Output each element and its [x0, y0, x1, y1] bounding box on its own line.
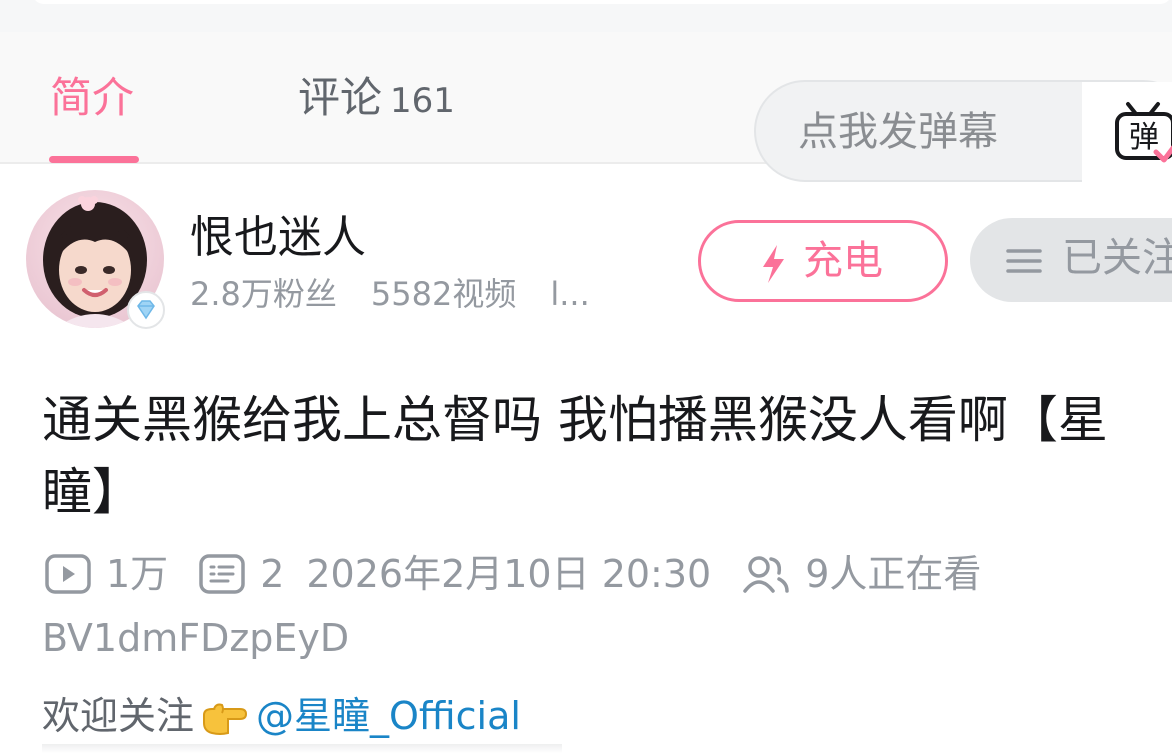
view-count: 1万 — [106, 552, 169, 596]
uploader-stats: 2.8万粉丝 5582视频 l... — [190, 272, 624, 316]
cut-off-text-row — [42, 744, 562, 753]
charge-label: 充电 — [803, 238, 883, 284]
video-meta-row: 1万 2 2026年2月10日 20:30 9人正在看 — [44, 548, 981, 600]
follow-label: 已关注 — [1062, 235, 1172, 281]
danmaku-count: 2 — [260, 552, 285, 596]
top-strip-edge — [32, 0, 1172, 4]
danmaku-input-box[interactable]: 点我发弹幕 弹 — [754, 80, 1172, 182]
verified-badge-icon — [127, 291, 165, 329]
danmaku-tv-icon: 弹 — [1115, 102, 1172, 163]
watching-count: 9人正在看 — [805, 552, 982, 596]
danmaku-toggle-button[interactable]: 弹 — [1082, 82, 1172, 182]
uploader-name[interactable]: 恨也迷人 — [190, 210, 366, 266]
uploader-more: l... — [550, 275, 590, 313]
watching-users-icon — [743, 556, 789, 593]
uploader-videos: 5582视频 — [370, 275, 517, 313]
tab-active-indicator — [49, 156, 139, 163]
play-count-icon — [45, 554, 91, 594]
description-prefix: 欢迎关注 — [42, 694, 195, 738]
tab-comments-label: 评论 — [298, 73, 383, 122]
danmaku-count-icon — [199, 554, 245, 594]
tab-comments[interactable]: 评论 161 — [298, 70, 455, 129]
tab-intro[interactable]: 简介 — [50, 70, 134, 126]
tab-comments-count: 161 — [390, 81, 455, 121]
tab-bar: 简介 评论 161 点我发弹幕 弹 — [0, 32, 1172, 182]
follow-button[interactable]: 已关注 — [970, 218, 1172, 302]
uploader-fans: 2.8万粉丝 — [190, 275, 337, 313]
video-description: 欢迎关注 @星瞳_Official — [42, 690, 521, 742]
danmaku-icon-glyph: 弹 — [1129, 120, 1159, 155]
danmaku-input[interactable]: 点我发弹幕 — [798, 104, 998, 160]
publish-time: 2026年2月10日 20:30 — [306, 552, 712, 596]
mention-link[interactable]: @星瞳_Official — [256, 694, 521, 738]
top-strip — [0, 0, 1172, 32]
lightning-icon — [763, 245, 784, 283]
video-bvid: BV1dmFDzpEyD — [42, 616, 350, 660]
charge-button[interactable]: 充电 — [698, 220, 948, 302]
tab-intro-label: 简介 — [50, 73, 135, 122]
pointing-hand-icon — [203, 703, 248, 735]
menu-lines-icon — [1006, 249, 1042, 273]
video-title: 通关黑猴给我上总督吗 我怕播黑猴没人看啊【星瞳】 — [42, 391, 1108, 521]
